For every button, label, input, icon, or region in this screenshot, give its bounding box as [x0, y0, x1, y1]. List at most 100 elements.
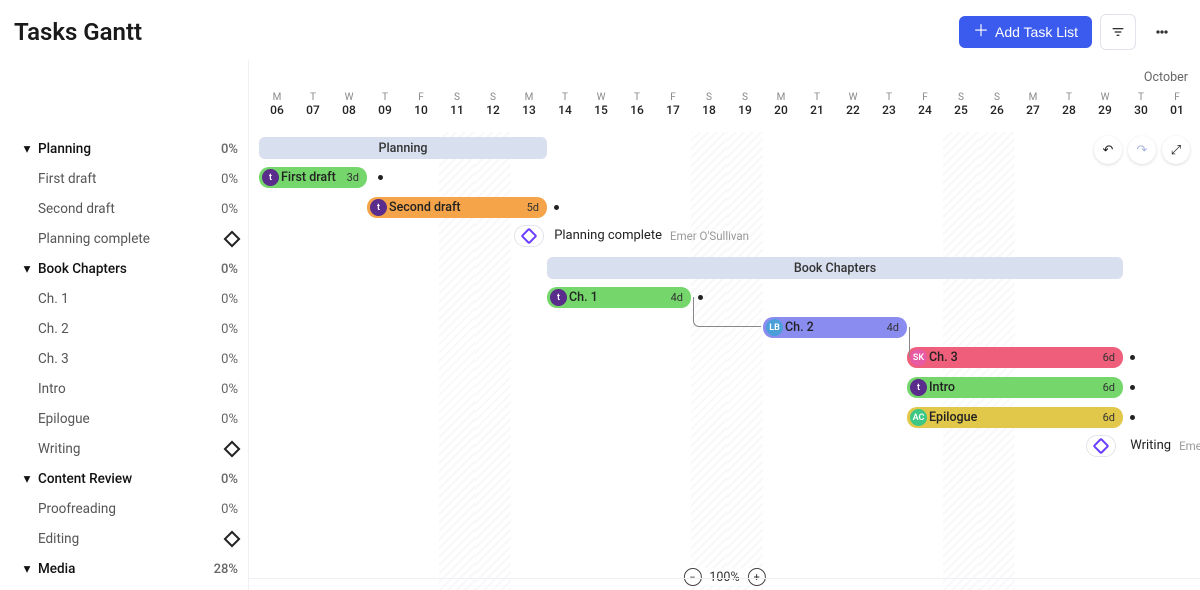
- day-of-week: S: [475, 92, 511, 103]
- row-percent: 0%: [221, 412, 238, 427]
- day-column[interactable]: S12: [475, 92, 511, 117]
- undo-button[interactable]: ↶: [1094, 136, 1122, 164]
- diamond-icon: [1093, 438, 1110, 455]
- row-percent: 0%: [221, 502, 238, 517]
- row-percent: 0%: [221, 322, 238, 337]
- day-column[interactable]: T07: [295, 92, 331, 117]
- day-column[interactable]: T28: [1051, 92, 1087, 117]
- group-row[interactable]: ▾Book Chapters0%: [0, 254, 248, 284]
- add-task-list-button[interactable]: ＋ Add Task List: [959, 16, 1092, 48]
- task-row[interactable]: Editing: [0, 524, 248, 554]
- avatar: t: [910, 379, 927, 396]
- day-of-week: M: [763, 92, 799, 103]
- day-column[interactable]: T21: [799, 92, 835, 117]
- task-bar[interactable]: tSecond draft5d: [367, 197, 547, 218]
- day-of-week: T: [799, 92, 835, 103]
- chart-row: Book Chapters: [249, 252, 1200, 282]
- row-label: Planning: [38, 141, 91, 157]
- day-number: 09: [367, 103, 403, 117]
- task-row[interactable]: Planning complete: [0, 224, 248, 254]
- task-bar[interactable]: SKCh. 36d: [907, 347, 1123, 368]
- chevron-down-icon: ▾: [20, 142, 34, 156]
- day-column[interactable]: S26: [979, 92, 1015, 117]
- row-label: Planning complete: [38, 231, 150, 247]
- day-column[interactable]: S11: [439, 92, 475, 117]
- avatar: t: [370, 199, 387, 216]
- day-of-week: T: [547, 92, 583, 103]
- group-row[interactable]: ▾Content Review0%: [0, 464, 248, 494]
- task-bar-label: First draft: [281, 170, 336, 185]
- task-row[interactable]: Writing: [0, 434, 248, 464]
- day-of-week: T: [295, 92, 331, 103]
- day-column[interactable]: F10: [403, 92, 439, 117]
- task-row[interactable]: Ch. 20%: [0, 314, 248, 344]
- day-column[interactable]: S25: [943, 92, 979, 117]
- day-column[interactable]: T30: [1123, 92, 1159, 117]
- day-column[interactable]: F01: [1159, 92, 1195, 117]
- group-bar[interactable]: Planning: [259, 137, 547, 159]
- day-of-week: M: [259, 92, 295, 103]
- task-bar[interactable]: tIntro6d: [907, 377, 1123, 398]
- day-number: 29: [1087, 103, 1123, 117]
- task-row[interactable]: Proofreading0%: [0, 494, 248, 524]
- more-button[interactable]: [1144, 14, 1180, 50]
- milestone-icon: [224, 231, 241, 248]
- day-number: 06: [259, 103, 295, 117]
- task-row[interactable]: Epilogue0%: [0, 404, 248, 434]
- day-column[interactable]: W29: [1087, 92, 1123, 117]
- day-column[interactable]: T23: [871, 92, 907, 117]
- day-number: 15: [583, 103, 619, 117]
- day-column[interactable]: T09: [367, 92, 403, 117]
- task-bar[interactable]: tCh. 14d: [547, 287, 691, 308]
- day-column[interactable]: M20: [763, 92, 799, 117]
- day-column[interactable]: M13: [511, 92, 547, 117]
- task-row[interactable]: First draft0%: [0, 164, 248, 194]
- redo-button[interactable]: ↷: [1128, 136, 1156, 164]
- day-number: 27: [1015, 103, 1051, 117]
- group-bar[interactable]: Book Chapters: [547, 257, 1123, 279]
- fullscreen-button[interactable]: ⤢: [1162, 136, 1190, 164]
- task-bar[interactable]: tFirst draft3d: [259, 167, 367, 188]
- day-number: 10: [403, 103, 439, 117]
- day-column[interactable]: F17: [655, 92, 691, 117]
- filter-button[interactable]: [1100, 14, 1136, 50]
- day-column[interactable]: W08: [331, 92, 367, 117]
- header-actions: ＋ Add Task List: [959, 14, 1180, 50]
- chart-row: tSecond draft5d: [249, 192, 1200, 222]
- day-of-week: T: [871, 92, 907, 103]
- day-column[interactable]: S18: [691, 92, 727, 117]
- day-column[interactable]: W15: [583, 92, 619, 117]
- add-button-label: Add Task List: [995, 24, 1078, 40]
- milestone-badge[interactable]: [1086, 435, 1116, 457]
- day-of-week: M: [1015, 92, 1051, 103]
- task-bar[interactable]: ACEpilogue6d: [907, 407, 1123, 428]
- row-percent: 0%: [221, 172, 238, 187]
- day-column[interactable]: S19: [727, 92, 763, 117]
- day-column[interactable]: W22: [835, 92, 871, 117]
- row-label: Ch. 3: [38, 351, 69, 367]
- gantt-chart[interactable]: October M06T07W08T09F10S11S12M13T14W15T1…: [248, 60, 1200, 590]
- dependency-dot: [378, 175, 383, 180]
- day-column[interactable]: T16: [619, 92, 655, 117]
- row-label: Writing: [38, 441, 80, 457]
- task-row[interactable]: Ch. 30%: [0, 344, 248, 374]
- day-column[interactable]: M27: [1015, 92, 1051, 117]
- day-number: 17: [655, 103, 691, 117]
- dependency-dot: [554, 205, 559, 210]
- dependency-line: [909, 327, 910, 357]
- task-row[interactable]: Ch. 10%: [0, 284, 248, 314]
- chevron-down-icon: ▾: [20, 562, 34, 576]
- day-column[interactable]: F24: [907, 92, 943, 117]
- task-row[interactable]: Second draft0%: [0, 194, 248, 224]
- row-label: Content Review: [38, 471, 132, 487]
- dependency-dot: [1130, 415, 1135, 420]
- day-column[interactable]: T14: [547, 92, 583, 117]
- day-of-week: F: [403, 92, 439, 103]
- task-bar-label: Second draft: [389, 200, 461, 215]
- group-row[interactable]: ▾Planning0%: [0, 134, 248, 164]
- task-duration: 3d: [347, 171, 359, 184]
- task-row[interactable]: Intro0%: [0, 374, 248, 404]
- milestone-badge[interactable]: [514, 225, 544, 247]
- task-bar[interactable]: LBCh. 24d: [763, 317, 907, 338]
- day-column[interactable]: M06: [259, 92, 295, 117]
